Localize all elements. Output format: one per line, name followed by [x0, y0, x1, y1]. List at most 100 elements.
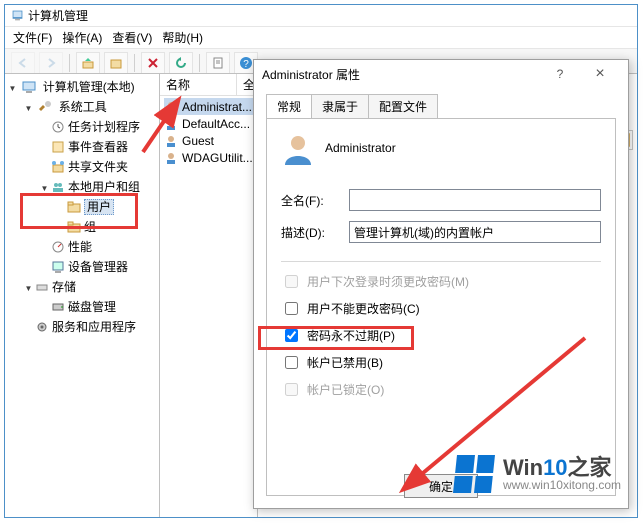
dialog-header-row: Administrator — [281, 131, 601, 165]
window-title: 计算机管理 — [28, 7, 631, 24]
app-icon — [11, 9, 24, 22]
toolbar-back-button[interactable] — [11, 52, 35, 74]
up-arrow-icon — [81, 56, 95, 70]
chk-never-expire[interactable] — [285, 329, 298, 342]
tab-profile[interactable]: 配置文件 — [368, 94, 438, 118]
disk-icon — [51, 300, 65, 314]
question-icon: ? — [557, 67, 564, 81]
menu-file[interactable]: 文件(F) — [13, 29, 52, 46]
full-name-label: 全名(F): — [281, 192, 341, 209]
toolbar-refresh-button[interactable] — [169, 52, 193, 74]
tree-storage[interactable]: 存储 磁盘管理 — [23, 278, 157, 318]
browse-icon — [109, 56, 123, 70]
list-row-label: Administrat... — [182, 100, 252, 114]
list-row-administrator[interactable]: Administrat... — [164, 98, 253, 115]
menu-action[interactable]: 操作(A) — [62, 29, 102, 46]
menu-bar: 文件(F) 操作(A) 查看(V) 帮助(H) — [5, 27, 637, 49]
tree-groups-node[interactable]: 组 — [55, 218, 157, 238]
toolbar-browse-button[interactable] — [104, 52, 128, 74]
list-body: Administrat... DefaultAcc... Guest WDAGU… — [160, 96, 257, 168]
chk-account-disabled[interactable] — [285, 356, 298, 369]
perf-icon — [51, 240, 65, 254]
user-icon — [164, 100, 178, 114]
description-input[interactable] — [349, 221, 601, 243]
chk-cannot-change[interactable] — [285, 302, 298, 315]
storage-icon — [35, 280, 49, 294]
device-icon — [51, 260, 65, 274]
row-account-disabled: 帐户已禁用(B) — [281, 353, 601, 372]
tree-system-tools[interactable]: 系统工具 任务计划程序 事件查看器 共享文件夹 本地用户和组 用户 组 — [23, 98, 157, 278]
dialog-title: Administrator 属性 — [262, 66, 540, 83]
tree-services-apps[interactable]: 服务和应用程序 — [23, 318, 157, 338]
row-description: 描述(D): — [281, 221, 601, 243]
tab-panel-general: Administrator 全名(F): 描述(D): 用户下次登录时须更改密码… — [266, 118, 616, 496]
list-row-wdag[interactable]: WDAGUtilit... — [164, 149, 253, 166]
chk-account-locked-label: 帐户已锁定(O) — [307, 381, 384, 398]
tree-device-manager[interactable]: 设备管理器 — [39, 258, 157, 278]
menu-help[interactable]: 帮助(H) — [162, 29, 203, 46]
delete-icon — [146, 56, 160, 70]
row-cannot-change: 用户不能更改密码(C) — [281, 299, 601, 318]
chk-must-change-label: 用户下次登录时须更改密码(M) — [307, 273, 469, 290]
chk-account-locked — [285, 383, 298, 396]
dialog-account-name: Administrator — [325, 141, 396, 155]
tab-member-of[interactable]: 隶属于 — [311, 94, 369, 118]
back-icon — [16, 56, 30, 70]
tree-shared-folders[interactable]: 共享文件夹 — [39, 158, 157, 178]
toolbar-up-button[interactable] — [76, 52, 100, 74]
toolbar-forward-button[interactable] — [39, 52, 63, 74]
window-title-bar: 计算机管理 — [5, 5, 637, 27]
tree-disk-mgmt[interactable]: 磁盘管理 — [39, 298, 157, 318]
ok-button[interactable]: 确定 — [404, 474, 478, 498]
users-icon — [51, 180, 65, 194]
row-full-name: 全名(F): — [281, 189, 601, 211]
list-header-name[interactable]: 名称 — [166, 76, 236, 93]
tree-task-scheduler[interactable]: 任务计划程序 — [39, 118, 157, 138]
dialog-close-button[interactable]: × — [580, 63, 620, 85]
folder-icon — [67, 200, 81, 214]
tree-root[interactable]: 计算机管理(本地) 系统工具 任务计划程序 事件查看器 共享文件夹 本地用户和组 — [7, 78, 157, 338]
tree-pane[interactable]: 计算机管理(本地) 系统工具 任务计划程序 事件查看器 共享文件夹 本地用户和组 — [5, 74, 160, 517]
tab-general[interactable]: 常规 — [266, 94, 312, 118]
row-never-expire: 密码永不过期(P) — [281, 326, 601, 345]
properties-dialog: Administrator 属性 ? × 常规 隶属于 配置文件 Adminis… — [253, 59, 629, 509]
tree-users-node[interactable]: 用户 — [55, 198, 157, 218]
refresh-icon — [174, 56, 188, 70]
tree-local-users[interactable]: 本地用户和组 用户 组 — [39, 178, 157, 238]
event-icon — [51, 140, 65, 154]
full-name-input[interactable] — [349, 189, 601, 211]
dialog-buttons: 确定 — [254, 474, 628, 498]
help-icon: ? — [239, 56, 253, 70]
list-row-label: Guest — [182, 134, 214, 148]
properties-icon — [211, 56, 225, 70]
user-large-icon — [281, 131, 315, 165]
menu-view[interactable]: 查看(V) — [112, 29, 152, 46]
forward-icon — [44, 56, 58, 70]
tools-icon — [38, 100, 52, 114]
dialog-help-button[interactable]: ? — [540, 63, 580, 85]
list-header: 名称 全 — [160, 74, 257, 96]
tree-root-label: 计算机管理(本地) — [43, 80, 135, 94]
chk-never-expire-label: 密码永不过期(P) — [307, 327, 395, 344]
description-label: 描述(D): — [281, 224, 341, 241]
computer-icon — [22, 80, 36, 94]
tree-performance[interactable]: 性能 — [39, 238, 157, 258]
chk-cannot-change-label: 用户不能更改密码(C) — [307, 300, 420, 317]
list-row-label: WDAGUtilit... — [182, 151, 253, 165]
dialog-title-bar: Administrator 属性 ? × — [254, 60, 628, 88]
row-account-locked: 帐户已锁定(O) — [281, 380, 601, 399]
list-row-label: DefaultAcc... — [182, 117, 250, 131]
close-icon: × — [595, 65, 604, 83]
user-icon — [164, 117, 178, 131]
list-row-guest[interactable]: Guest — [164, 132, 253, 149]
row-must-change: 用户下次登录时须更改密码(M) — [281, 272, 601, 291]
share-icon — [51, 160, 65, 174]
folder-icon — [67, 220, 81, 234]
list-row-defaultaccount[interactable]: DefaultAcc... — [164, 115, 253, 132]
tree-event-viewer[interactable]: 事件查看器 — [39, 138, 157, 158]
svg-text:?: ? — [243, 59, 249, 70]
toolbar-properties-button[interactable] — [206, 52, 230, 74]
services-icon — [35, 320, 49, 334]
toolbar-delete-button[interactable] — [141, 52, 165, 74]
chk-account-disabled-label: 帐户已禁用(B) — [307, 354, 383, 371]
